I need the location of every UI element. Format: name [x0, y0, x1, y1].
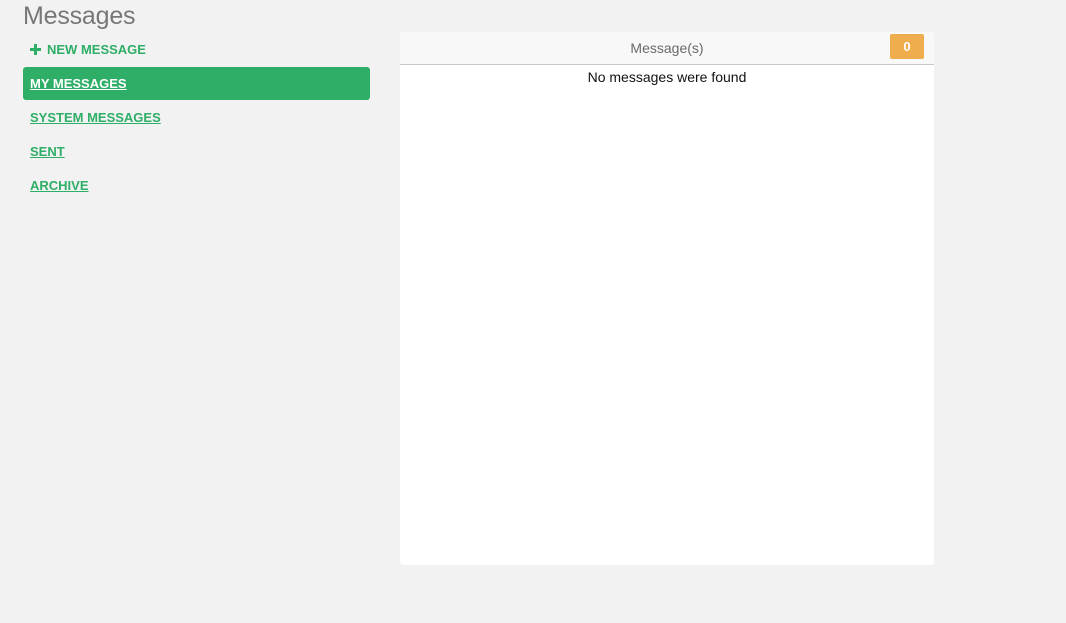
sidebar-item-label: SENT	[30, 144, 65, 159]
panel-header-title: Message(s)	[630, 40, 704, 56]
panel-header: Message(s) 0	[400, 32, 934, 65]
message-count-badge: 0	[890, 34, 924, 59]
sidebar-item-label: MY MESSAGES	[30, 76, 127, 91]
sidebar-item-system-messages[interactable]: SYSTEM MESSAGES	[23, 101, 370, 134]
sidebar-item-sent[interactable]: SENT	[23, 135, 370, 168]
messages-sidebar: NEW MESSAGE MY MESSAGES SYSTEM MESSAGES …	[23, 34, 370, 202]
new-message-button[interactable]: NEW MESSAGE	[23, 34, 370, 64]
sidebar-item-label: ARCHIVE	[30, 178, 89, 193]
sidebar-item-archive[interactable]: ARCHIVE	[23, 169, 370, 202]
sidebar-item-my-messages[interactable]: MY MESSAGES	[23, 67, 370, 100]
sidebar-item-label: SYSTEM MESSAGES	[30, 110, 161, 125]
plus-icon	[30, 43, 41, 55]
messages-page: Messages NEW MESSAGE MY MESSAGES SYSTEM …	[0, 0, 1066, 623]
empty-state-message: No messages were found	[587, 69, 747, 85]
new-message-label: NEW MESSAGE	[47, 41, 146, 57]
messages-panel: Message(s) 0 No messages were found	[400, 32, 934, 565]
page-title: Messages	[23, 2, 136, 30]
